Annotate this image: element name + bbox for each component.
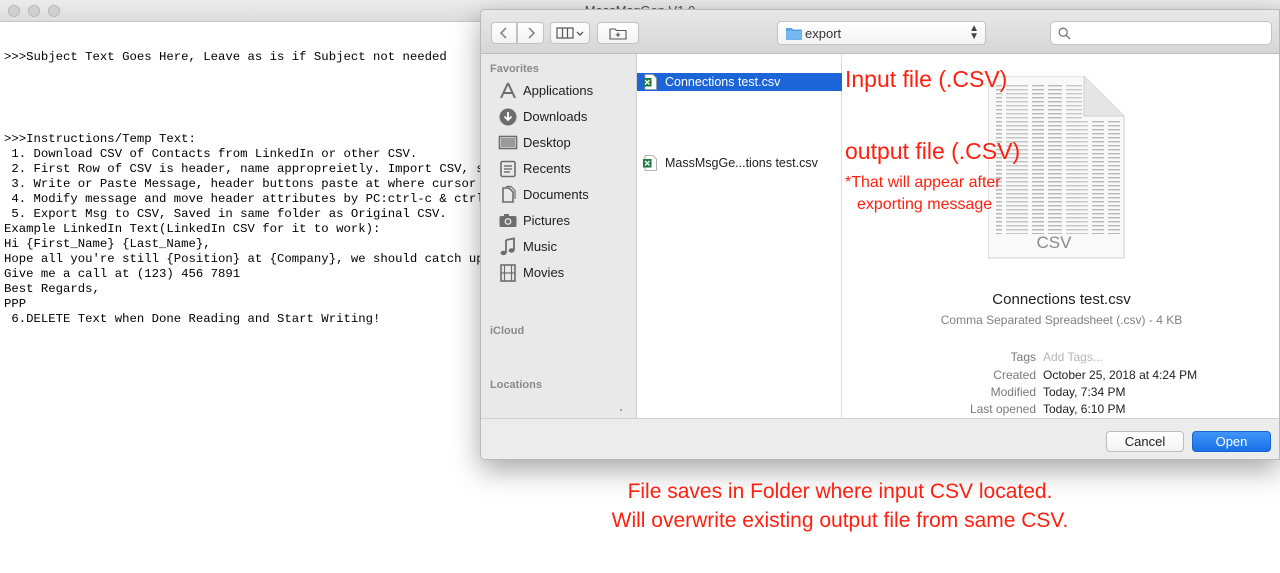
editor-line: Hope all you're still {Position} at {Com… — [4, 252, 506, 266]
editor-line: 2. First Row of CSV is header, name appr… — [4, 162, 506, 176]
chevron-left-icon — [499, 27, 507, 39]
sidebar-item-label: Movies — [523, 265, 565, 280]
search-field[interactable] — [1050, 21, 1272, 45]
sidebar-item-movies[interactable]: Movies — [481, 260, 637, 286]
dialog-sidebar: Favorites Applications Downloads Desktop — [481, 54, 637, 418]
input-file-annotation: Input file (.CSV) — [845, 66, 1008, 92]
desktop-icon — [498, 135, 518, 150]
bottom-note-line-2: Will overwrite existing output file from… — [611, 509, 1069, 532]
sidebar-item-label: Desktop — [523, 135, 571, 150]
sidebar-item-label: Downloads — [523, 109, 588, 124]
file-preview-pane: CSV Connections test.csv Comma Separated… — [842, 54, 1279, 418]
editor-line: Example LinkedIn Text(LinkedIn CSV for i… — [4, 222, 381, 236]
editor-line: 3. Write or Paste Message, header button… — [4, 177, 506, 191]
excel-file-icon — [643, 74, 657, 90]
sidebar-item-label: Recents — [523, 161, 571, 176]
location-label: export — [805, 26, 842, 41]
sidebar-item-desktop[interactable]: Desktop — [481, 130, 637, 156]
downloads-icon — [499, 108, 517, 126]
column-view-icon — [556, 27, 584, 39]
sidebar-item-recents[interactable]: Recents — [481, 156, 637, 182]
created-label: Created — [993, 368, 1036, 382]
dialog-toolbar: export ▲ ▼ — [481, 10, 1279, 54]
editor-line: PPP — [4, 297, 27, 311]
cancel-button[interactable]: Cancel — [1106, 431, 1184, 452]
chevron-right-icon — [527, 27, 535, 39]
editor-line: 4. Modify message and move header attrib… — [4, 192, 514, 206]
sidebar-item-label: Music — [523, 239, 557, 254]
editor-line: 5. Export Msg to CSV, Saved in same fold… — [4, 207, 447, 221]
documents-icon — [502, 185, 516, 203]
appear-note-line-2: exporting message — [857, 196, 993, 213]
view-mode-button[interactable] — [550, 22, 590, 44]
file-row-connections-test[interactable]: Connections test.csv — [637, 73, 842, 91]
location-popup[interactable]: export ▲ ▼ — [777, 21, 986, 45]
editor-line: Best Regards, — [4, 282, 100, 296]
file-row-massmsggen-output[interactable]: MassMsgGe...tions test.csv — [637, 154, 842, 172]
movies-icon — [500, 264, 516, 282]
new-folder-icon — [609, 27, 627, 40]
editor-line: Hi {First_Name} {Last_Name}, — [4, 237, 211, 251]
new-folder-button[interactable] — [597, 22, 639, 44]
tags-label: Tags — [1010, 350, 1036, 364]
sidebar-item-music[interactable]: Music — [481, 234, 637, 260]
sidebar-item-documents[interactable]: Documents — [481, 182, 637, 208]
tags-field[interactable]: Add Tags... — [1043, 350, 1103, 364]
forward-button[interactable] — [517, 22, 544, 44]
editor-line: >>>Subject Text Goes Here, Leave as is i… — [4, 50, 447, 64]
editor-line: 1. Download CSV of Contacts from LinkedI… — [4, 147, 418, 161]
folder-icon — [786, 28, 802, 40]
editor-line: Give me a call at (123) 456 7891 — [4, 267, 241, 281]
sidebar-item-downloads[interactable]: Downloads — [481, 104, 637, 130]
icloud-header: iCloud — [490, 325, 525, 337]
sidebar-item-applications[interactable]: Applications — [481, 78, 637, 104]
updown-chevron-icon: ▲ ▼ — [969, 23, 979, 42]
thumbnail-label: CSV — [1037, 233, 1073, 252]
search-icon — [1058, 27, 1071, 40]
sidebar-item-pictures[interactable]: Pictures — [481, 208, 637, 234]
locations-header: Locations — [490, 379, 542, 391]
sidebar-item-label: Applications — [523, 83, 594, 98]
bottom-note-line-1: File saves in Folder where input CSV loc… — [627, 480, 1053, 503]
open-button[interactable]: Open — [1192, 431, 1271, 452]
pictures-icon — [499, 214, 517, 227]
favorites-header: Favorites — [490, 63, 539, 75]
created-value: October 25, 2018 at 4:24 PM — [1043, 368, 1198, 382]
editor-line: >>>Instructions/Temp Text: — [4, 132, 196, 146]
preview-file-kind: Comma Separated Spreadsheet (.csv) - 4 K… — [940, 313, 1183, 327]
file-name: MassMsgGe...tions test.csv — [665, 156, 818, 170]
sidebar-item-label: Documents — [523, 187, 589, 202]
file-browser-column: Connections test.csv MassMsgGe...tions t… — [637, 54, 842, 418]
appear-note-line-1: *That will appear after — [845, 174, 1001, 191]
music-icon — [500, 237, 515, 256]
last-opened-label: Last opened — [969, 402, 1036, 416]
editor-line: 6.DELETE Text when Done Reading and Star… — [4, 312, 381, 326]
modified-value: Today, 7:34 PM — [1043, 385, 1126, 399]
preview-file-name: Connections test.csv — [992, 291, 1131, 308]
dialog-footer: Cancel Open — [481, 418, 1279, 459]
file-name: Connections test.csv — [665, 75, 781, 89]
applications-icon — [500, 82, 516, 99]
recents-icon — [500, 160, 516, 178]
modified-label: Modified — [990, 385, 1036, 399]
scroll-indicator — [620, 409, 622, 411]
csv-document-thumbnail: CSV — [988, 76, 1125, 259]
last-opened-value: Today, 6:10 PM — [1043, 402, 1126, 416]
excel-file-icon — [643, 155, 657, 171]
sidebar-item-label: Pictures — [523, 213, 570, 228]
output-file-annotation: output file (.CSV) — [845, 138, 1021, 164]
back-button[interactable] — [491, 22, 517, 44]
